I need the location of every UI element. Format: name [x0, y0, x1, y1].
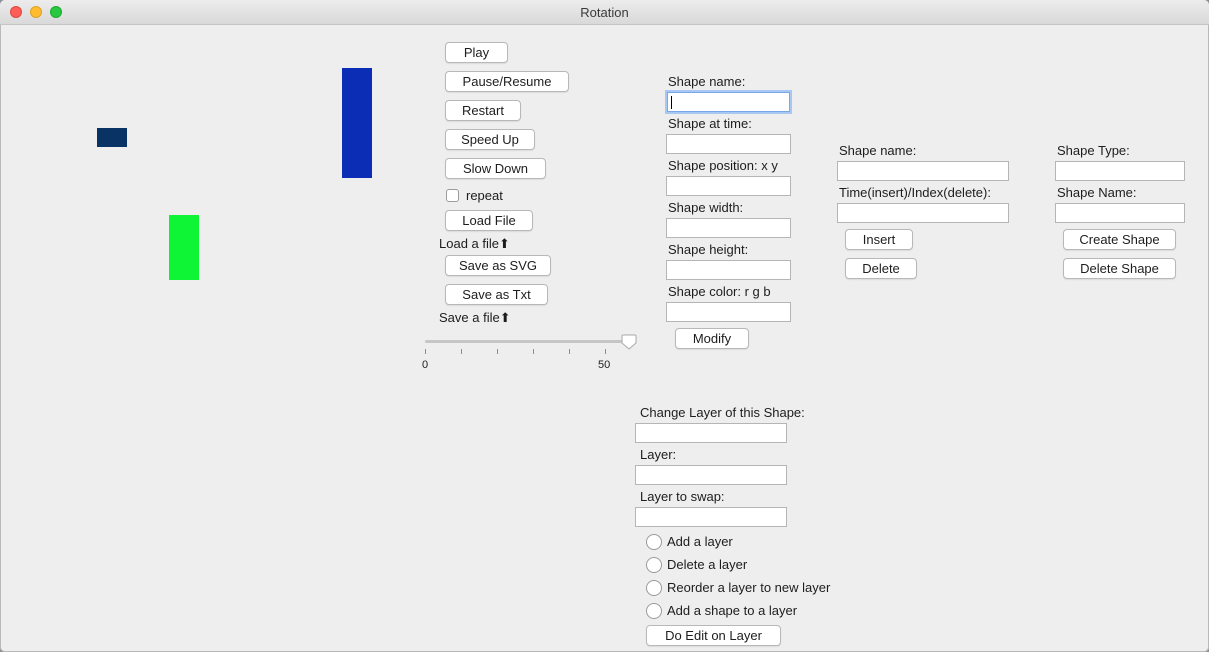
- add-layer-radio[interactable]: [646, 534, 662, 550]
- delete-layer-radio[interactable]: [646, 557, 662, 573]
- new-shape-name-input[interactable]: [1055, 203, 1185, 223]
- slider-tick: [425, 349, 426, 354]
- reorder-layer-radio[interactable]: [646, 580, 662, 596]
- delete-keyframe-button[interactable]: Delete: [845, 258, 917, 279]
- add-shape-to-layer-radio[interactable]: [646, 603, 662, 619]
- time-index-label: Time(insert)/Index(delete):: [839, 185, 991, 200]
- delete-layer-radio-label: Delete a layer: [667, 557, 748, 572]
- shape-type-input[interactable]: [1055, 161, 1185, 181]
- shape-position-label: Shape position: x y: [668, 158, 778, 173]
- shape-height-label: Shape height:: [668, 242, 749, 257]
- window-title: Rotation: [580, 5, 629, 20]
- text-caret: [671, 96, 672, 109]
- create-shape-button[interactable]: Create Shape: [1063, 229, 1176, 250]
- change-layer-input[interactable]: [635, 423, 787, 443]
- new-shape-name-label: Shape Name:: [1057, 185, 1137, 200]
- shape-time-input[interactable]: [666, 134, 791, 154]
- shape-time-label: Shape at time:: [668, 116, 752, 131]
- repeat-label: repeat: [466, 188, 503, 203]
- speed-slider-thumb[interactable]: [621, 334, 637, 350]
- keyframe-shape-name-label: Shape name:: [839, 143, 917, 158]
- slider-tick: [569, 349, 570, 354]
- change-layer-label: Change Layer of this Shape:: [640, 405, 805, 420]
- layer-label: Layer:: [640, 447, 677, 462]
- load-file-button[interactable]: Load File: [445, 210, 533, 231]
- modify-shape-name-input[interactable]: [667, 92, 790, 112]
- layer-swap-label: Layer to swap:: [640, 489, 725, 504]
- repeat-checkbox[interactable]: [446, 189, 459, 202]
- layer-input[interactable]: [635, 465, 787, 485]
- app-window: Rotation Play Pause/Resume Restart Speed…: [0, 0, 1209, 652]
- add-shape-to-layer-radio-label: Add a shape to a layer: [667, 603, 798, 618]
- slider-max-label: 50: [598, 359, 611, 371]
- add-layer-radio-label: Add a layer: [667, 534, 733, 549]
- shape-color-input[interactable]: [666, 302, 791, 322]
- layer-swap-input[interactable]: [635, 507, 787, 527]
- restart-button[interactable]: Restart: [445, 100, 521, 121]
- shape-color-label: Shape color: r g b: [668, 284, 771, 299]
- insert-keyframe-button[interactable]: Insert: [845, 229, 913, 250]
- slider-min-label: 0: [422, 359, 429, 371]
- canvas-shape-green-rectangle: [169, 215, 199, 280]
- canvas-shape-blue-rectangle: [342, 68, 372, 178]
- delete-shape-button[interactable]: Delete Shape: [1063, 258, 1176, 279]
- shape-width-input[interactable]: [666, 218, 791, 238]
- save-svg-button[interactable]: Save as SVG: [445, 255, 551, 276]
- save-txt-button[interactable]: Save as Txt: [445, 284, 548, 305]
- keyframe-shape-name-input[interactable]: [837, 161, 1009, 181]
- pause-resume-button[interactable]: Pause/Resume: [445, 71, 569, 92]
- shape-position-input[interactable]: [666, 176, 791, 196]
- shape-type-label: Shape Type:: [1057, 143, 1130, 158]
- load-file-hint: Load a file⬆: [439, 236, 510, 251]
- shape-width-label: Shape width:: [668, 200, 744, 215]
- speed-up-button[interactable]: Speed Up: [445, 129, 535, 150]
- slider-tick: [605, 349, 606, 354]
- time-index-input[interactable]: [837, 203, 1009, 223]
- slow-down-button[interactable]: Slow Down: [445, 158, 546, 179]
- slider-tick: [533, 349, 534, 354]
- shape-height-input[interactable]: [666, 260, 791, 280]
- reorder-layer-radio-label: Reorder a layer to new layer: [667, 580, 831, 595]
- modify-button[interactable]: Modify: [675, 328, 749, 349]
- slider-tick: [497, 349, 498, 354]
- title-bar: Rotation: [0, 0, 1209, 25]
- canvas-shape-dark-blue-rectangle: [97, 128, 127, 147]
- play-button[interactable]: Play: [445, 42, 508, 63]
- speed-slider-track[interactable]: [425, 340, 631, 343]
- do-edit-on-layer-button[interactable]: Do Edit on Layer: [646, 625, 781, 646]
- save-file-hint: Save a file⬆: [439, 310, 511, 325]
- slider-tick: [461, 349, 462, 354]
- modify-shape-name-label: Shape name:: [668, 74, 746, 89]
